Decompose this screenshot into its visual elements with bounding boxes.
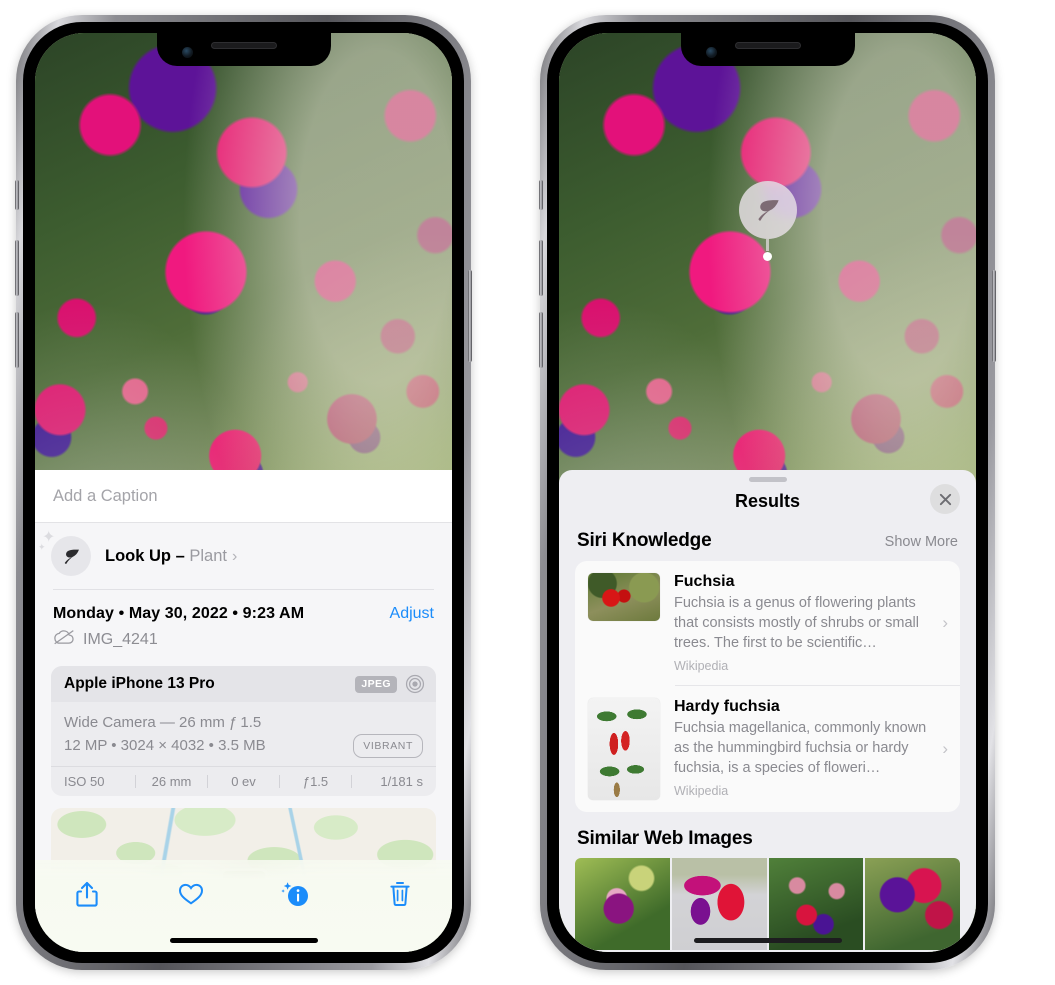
- similar-image-thumbnail[interactable]: [671, 858, 767, 950]
- siri-knowledge-card: Fuchsia Fuchsia is a genus of flowering …: [575, 561, 960, 812]
- photo-date-row: Monday • May 30, 2022 • 9:23 AM Adjust: [35, 590, 452, 627]
- adjust-button[interactable]: Adjust: [390, 605, 434, 623]
- power-button[interactable]: [468, 270, 472, 362]
- home-indicator[interactable]: [693, 938, 842, 943]
- power-button[interactable]: [992, 270, 996, 362]
- photo-date: Monday • May 30, 2022 • 9:23 AM: [53, 605, 305, 622]
- delete-button[interactable]: [377, 874, 423, 914]
- look-up-icon-wrap: ✦ ✦: [38, 530, 91, 576]
- result-text: Fuchsia Fuchsia is a genus of flowering …: [674, 573, 934, 673]
- visual-lookup-badge[interactable]: [738, 181, 797, 261]
- result-text: Hardy fuchsia Fuchsia magellanica, commo…: [674, 698, 934, 798]
- list-item[interactable]: Hardy fuchsia Fuchsia magellanica, commo…: [575, 686, 960, 812]
- similar-image-thumbnail[interactable]: [575, 858, 670, 950]
- look-up-row[interactable]: ✦ ✦ Look Up – Plant ›: [35, 523, 452, 589]
- siri-knowledge-header: Siri Knowledge Show More: [559, 526, 976, 561]
- similar-web-images-strip[interactable]: [559, 858, 976, 950]
- look-up-subject: Plant: [189, 546, 227, 565]
- result-source: Wikipedia: [674, 659, 729, 673]
- volume-down-button[interactable]: [15, 312, 19, 368]
- leaf-icon[interactable]: [738, 181, 797, 239]
- phone-bezel-right: Results Siri Knowledge Show More Fuchsia…: [547, 22, 988, 963]
- phone-left: Add a Caption ✦ ✦ Look Up – Plant › Mond…: [15, 15, 472, 970]
- caption-field-row[interactable]: Add a Caption: [35, 470, 452, 523]
- result-description: Fuchsia magellanica, commonly known as t…: [674, 720, 927, 776]
- result-thumbnail: [588, 698, 660, 800]
- camera-specs: 12 MP • 3024 × 4032 • 3.5 MB: [64, 737, 266, 755]
- exif-iso: ISO 50: [64, 773, 105, 789]
- camera-badges: JPEG: [355, 674, 425, 694]
- screenshot-stage: Add a Caption ✦ ✦ Look Up – Plant › Mond…: [0, 0, 1055, 985]
- result-title: Fuchsia: [674, 573, 735, 590]
- results-sheet: Results Siri Knowledge Show More Fuchsia…: [559, 470, 976, 952]
- exif-aperture: ƒ1.5: [302, 773, 329, 789]
- similar-web-images-title: Similar Web Images: [577, 828, 753, 849]
- front-camera-icon: [181, 47, 193, 58]
- camera-specs-row: 12 MP • 3024 × 4032 • 3.5 MB VIBRANT: [64, 734, 423, 758]
- similar-web-images-header: Similar Web Images: [559, 812, 976, 858]
- earpiece-speaker-icon: [734, 42, 801, 49]
- phone-right: Results Siri Knowledge Show More Fuchsia…: [539, 15, 996, 970]
- screen-right: Results Siri Knowledge Show More Fuchsia…: [559, 33, 976, 952]
- photo-filename-row: IMG_4241: [35, 627, 452, 662]
- notch-right: [680, 33, 855, 66]
- similar-image-thumbnail[interactable]: [768, 858, 864, 950]
- look-up-label: Look Up – Plant ›: [105, 547, 237, 566]
- volume-up-button[interactable]: [15, 240, 19, 296]
- close-icon[interactable]: [930, 484, 960, 514]
- volume-down-button[interactable]: [539, 312, 543, 368]
- depth-effect-icon: [405, 674, 425, 694]
- badge-anchor-dot: [763, 252, 772, 261]
- results-title: Results: [734, 491, 801, 511]
- badge-pointer: [766, 239, 769, 251]
- favorite-button[interactable]: [168, 874, 214, 914]
- siri-knowledge-title: Siri Knowledge: [577, 530, 712, 551]
- show-more-button[interactable]: Show More: [885, 534, 958, 550]
- front-camera-icon: [705, 47, 717, 58]
- chevron-right-icon: ›: [942, 613, 948, 632]
- chevron-right-icon: ›: [942, 739, 948, 758]
- photo-style-badge: VIBRANT: [353, 734, 423, 758]
- list-item[interactable]: Fuchsia Fuchsia is a genus of flowering …: [575, 561, 960, 685]
- sparkle-small-icon: ✦: [38, 542, 46, 552]
- result-thumbnail: [588, 573, 660, 621]
- camera-header: Apple iPhone 13 Pro JPEG: [51, 666, 436, 702]
- share-button[interactable]: [64, 874, 110, 914]
- notch-left: [156, 33, 331, 66]
- info-button[interactable]: [273, 874, 319, 914]
- caption-input[interactable]: Add a Caption: [53, 487, 434, 506]
- mute-switch[interactable]: [539, 180, 543, 210]
- mute-switch[interactable]: [15, 180, 19, 210]
- earpiece-speaker-icon: [210, 42, 277, 49]
- camera-model: Apple iPhone 13 Pro: [64, 675, 215, 692]
- exif-ev: 0 ev: [231, 773, 256, 789]
- similar-image-thumbnail[interactable]: [865, 858, 960, 950]
- chevron-right-icon: ›: [231, 547, 238, 565]
- screen-left: Add a Caption ✦ ✦ Look Up – Plant › Mond…: [35, 33, 452, 952]
- phone-bezel-left: Add a Caption ✦ ✦ Look Up – Plant › Mond…: [23, 22, 464, 963]
- photo-filename: IMG_4241: [83, 630, 158, 648]
- result-title: Hardy fuchsia: [674, 698, 780, 715]
- volume-up-button[interactable]: [539, 240, 543, 296]
- result-source: Wikipedia: [674, 784, 729, 798]
- exif-row: ISO 50 26 mm 0 ev ƒ1.5 1/181 s: [51, 765, 436, 796]
- look-up-title: Look Up –: [105, 546, 190, 565]
- camera-body: Wide Camera — 26 mm ƒ 1.5 12 MP • 3024 ×…: [51, 702, 436, 766]
- cloud-slash-icon: [53, 629, 75, 650]
- leaf-icon: [51, 536, 91, 576]
- camera-info-card: Apple iPhone 13 Pro JPEG Wide Camera — 2…: [51, 666, 436, 796]
- camera-lens: Wide Camera — 26 mm ƒ 1.5: [64, 714, 262, 731]
- results-header: Results: [559, 482, 976, 526]
- home-indicator[interactable]: [169, 938, 318, 943]
- result-description: Fuchsia is a genus of flowering plants t…: [674, 595, 919, 651]
- exif-focal: 26 mm: [151, 773, 192, 789]
- exif-shutter: 1/181 s: [380, 773, 423, 789]
- format-badge: JPEG: [355, 675, 397, 693]
